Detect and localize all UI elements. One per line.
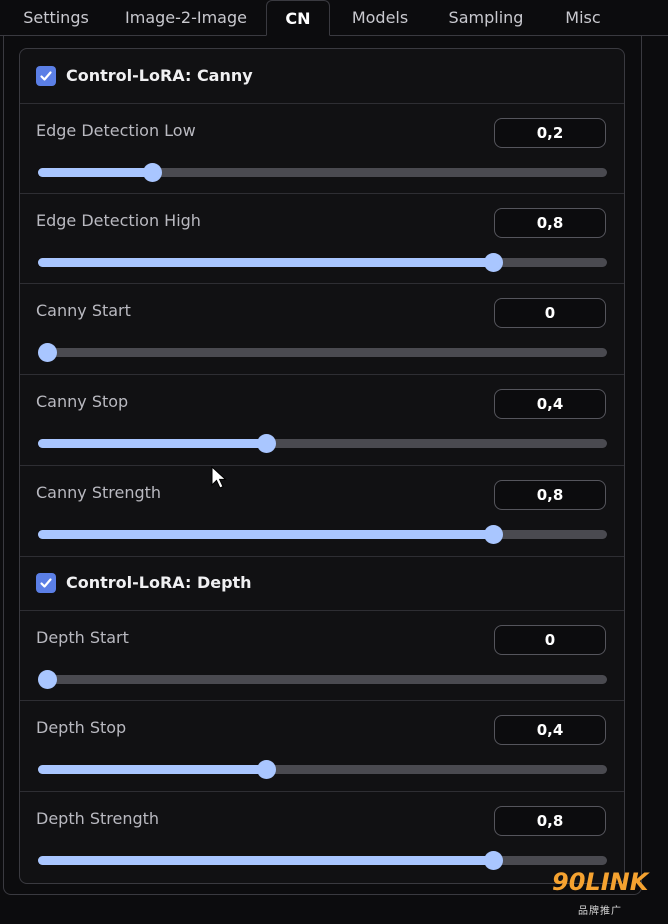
slider-value-input[interactable]: 0,4 — [494, 715, 606, 745]
slider-row: Canny Strength 0,8 — [20, 465, 624, 556]
checkmark-icon — [40, 71, 52, 81]
slider-thumb[interactable] — [38, 670, 57, 689]
slider-label: Edge Detection High — [36, 211, 201, 230]
checkmark-icon — [40, 578, 52, 588]
canny-enable-checkbox[interactable] — [36, 66, 56, 86]
slider-row: Edge Detection High 0,8 — [20, 193, 624, 283]
mouse-cursor-icon — [211, 466, 227, 489]
slider-label: Canny Strength — [36, 483, 162, 502]
depth-enable-checkbox[interactable] — [36, 573, 56, 593]
watermark-subtext: 品牌推广 — [578, 906, 622, 917]
tab-models[interactable]: Models — [338, 0, 422, 35]
slider-label: Depth Strength — [36, 809, 160, 828]
watermark-logo: 90LINK 品牌推广 — [552, 868, 662, 918]
section-title: Control-LoRA: Depth — [66, 573, 252, 592]
slider-row: Canny Start 0 — [20, 283, 624, 374]
slider-track[interactable] — [38, 670, 607, 689]
slider-fill — [38, 258, 493, 267]
slider-fill — [38, 439, 266, 448]
slider-track[interactable] — [38, 343, 607, 362]
slider-row: Depth Strength 0,8 — [20, 791, 624, 883]
slider-fill — [38, 856, 493, 865]
slider-value-input[interactable]: 0,2 — [494, 118, 606, 148]
slider-thumb[interactable] — [257, 434, 276, 453]
slider-row: Canny Stop 0,4 — [20, 374, 624, 465]
slider-track[interactable] — [38, 760, 607, 779]
slider-value-input[interactable]: 0,8 — [494, 480, 606, 510]
slider-value-input[interactable]: 0,4 — [494, 389, 606, 419]
slider-row: Depth Stop 0,4 — [20, 700, 624, 791]
slider-thumb[interactable] — [143, 163, 162, 182]
slider-label: Edge Detection Low — [36, 121, 196, 140]
slider-thumb[interactable] — [257, 760, 276, 779]
slider-track[interactable] — [38, 851, 607, 870]
tab-bar: Settings Image-2-Image CN Models Samplin… — [0, 0, 668, 36]
slider-label: Depth Stop — [36, 718, 127, 737]
slider-thumb[interactable] — [484, 253, 503, 272]
slider-row: Depth Start 0 — [20, 610, 624, 700]
slider-label: Depth Start — [36, 628, 129, 647]
slider-fill — [38, 168, 152, 177]
slider-row: Edge Detection Low 0,2 — [20, 103, 624, 193]
slider-thumb[interactable] — [484, 525, 503, 544]
slider-label: Canny Start — [36, 301, 131, 320]
slider-value-input[interactable]: 0 — [494, 625, 606, 655]
tab-image-2-image[interactable]: Image-2-Image — [112, 0, 260, 35]
slider-label: Canny Stop — [36, 392, 129, 411]
section-header-canny: Control-LoRA: Canny — [20, 49, 624, 103]
slider-track[interactable] — [38, 434, 607, 453]
tab-misc[interactable]: Misc — [552, 0, 614, 35]
slider-fill — [38, 530, 493, 539]
slider-track[interactable] — [38, 253, 607, 272]
slider-value-input[interactable]: 0,8 — [494, 806, 606, 836]
slider-thumb[interactable] — [38, 343, 57, 362]
section-title: Control-LoRA: Canny — [66, 66, 253, 85]
slider-track[interactable] — [38, 525, 607, 544]
tab-cn[interactable]: CN — [266, 0, 330, 36]
slider-thumb[interactable] — [484, 851, 503, 870]
slider-track[interactable] — [38, 163, 607, 182]
slider-value-input[interactable]: 0 — [494, 298, 606, 328]
section-header-depth: Control-LoRA: Depth — [20, 556, 624, 610]
slider-value-input[interactable]: 0,8 — [494, 208, 606, 238]
watermark-text: 90LINK — [552, 868, 649, 896]
tab-sampling[interactable]: Sampling — [434, 0, 538, 35]
controlnet-panel: Control-LoRA: Canny Edge Detection Low 0… — [19, 48, 625, 884]
slider-fill — [38, 765, 266, 774]
tab-settings[interactable]: Settings — [8, 0, 104, 35]
